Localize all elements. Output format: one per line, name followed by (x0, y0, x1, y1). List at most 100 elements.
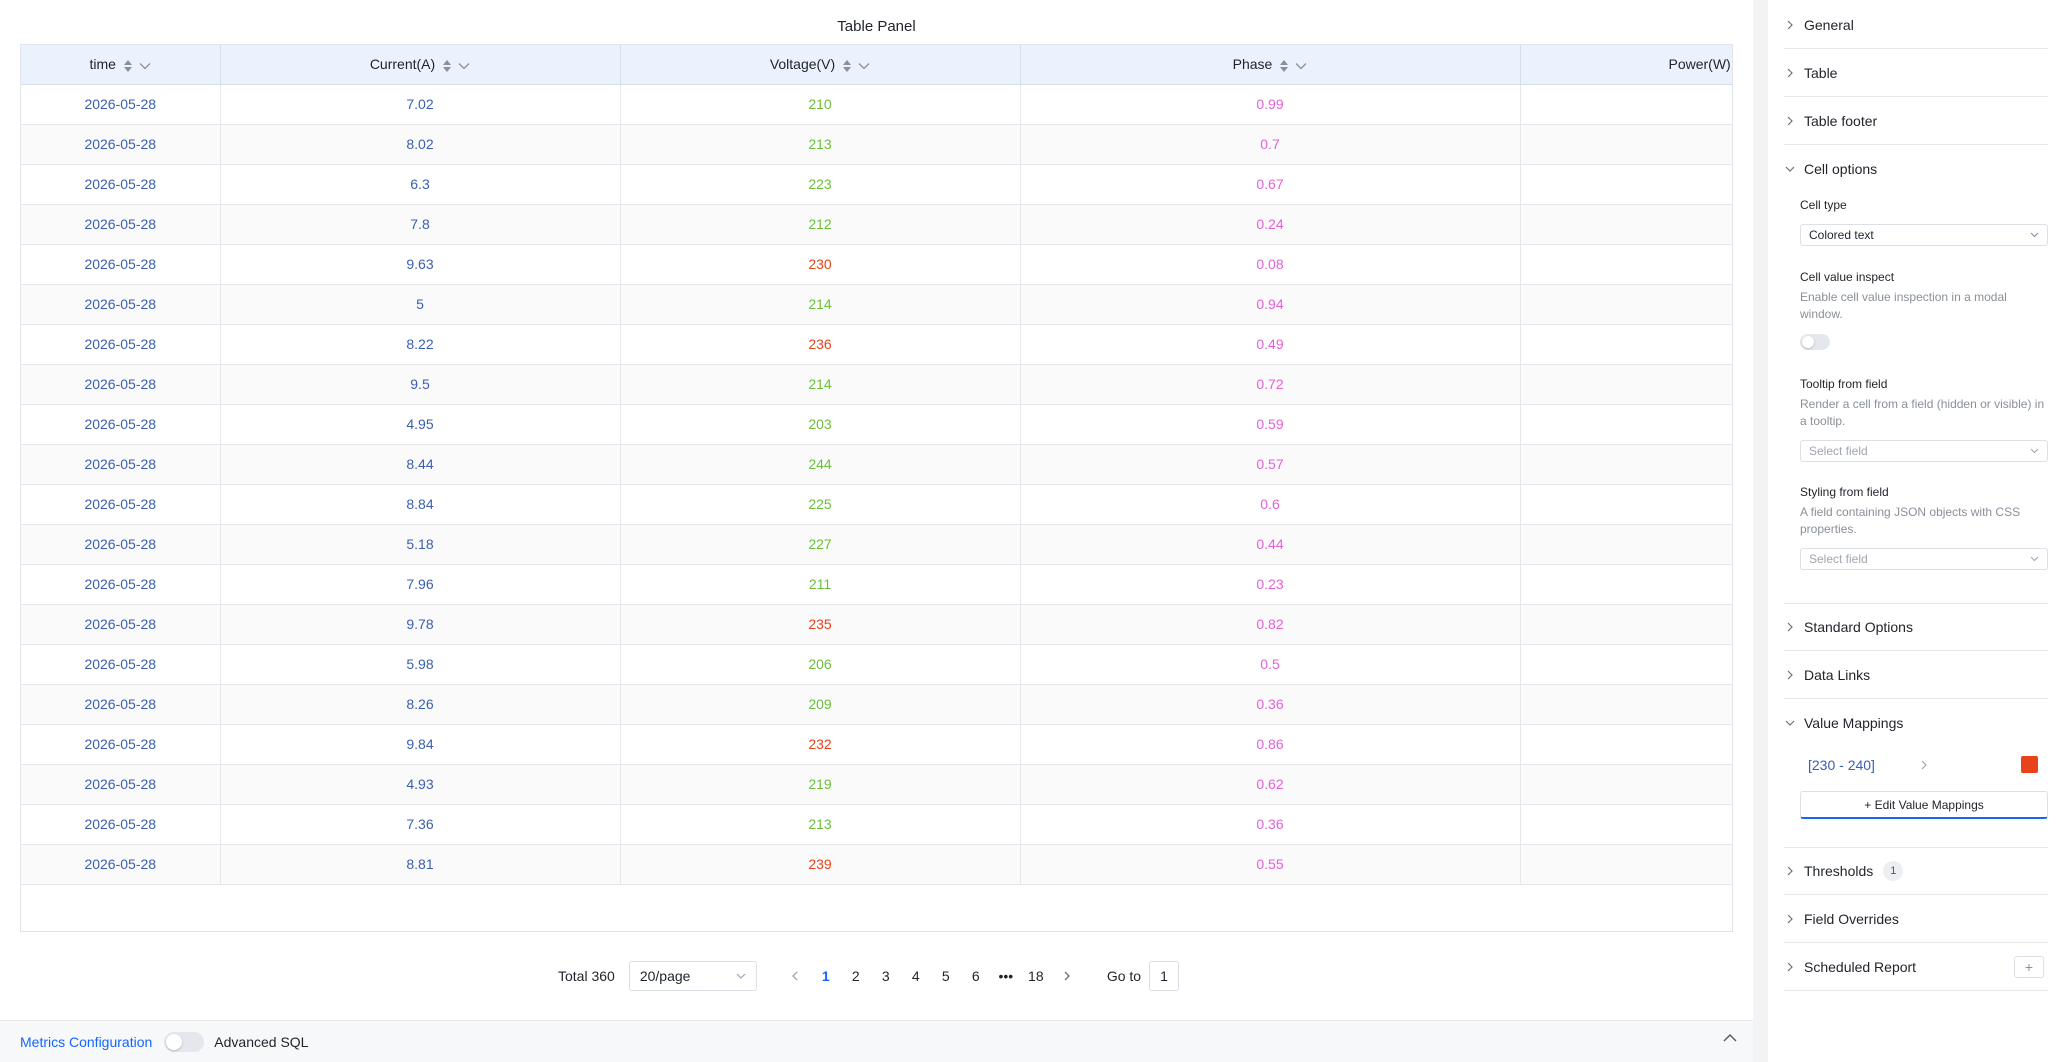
prev-page-button[interactable] (787, 968, 803, 984)
cell-time: 2026-05-28 (21, 524, 221, 565)
value-mapping-item[interactable]: [230 - 240] (1808, 755, 2048, 775)
page-number[interactable]: 18 (1024, 968, 1048, 984)
dashboard-editor: Table Panel time Current(A) Voltage(V) P… (0, 0, 2068, 1062)
page-number[interactable]: 1 (814, 968, 838, 984)
page-number[interactable]: 2 (844, 968, 868, 984)
cell-type-label: Cell type (1800, 198, 1847, 212)
section-data-links[interactable]: Data Links (1784, 651, 2048, 699)
goto-input[interactable]: 1 (1149, 961, 1180, 991)
section-scheduled-report[interactable]: Scheduled Report + (1784, 943, 2048, 991)
chevron-down-icon[interactable] (139, 62, 151, 70)
column-header-label: Voltage(V) (769, 56, 836, 73)
page-size-select[interactable]: 20/page (628, 961, 757, 991)
add-scheduled-report-button[interactable]: + (2014, 956, 2044, 978)
table-row: 2026-05-288.222360.49100 (21, 324, 1732, 365)
section-cell-options[interactable]: Cell options (1784, 145, 2048, 193)
cell-power: 100 (1520, 524, 1732, 565)
chevron-down-icon (1785, 720, 1795, 726)
pagination: Total 360 20/page 1 2 3 4 5 6 ••• 18 Go to 1 (558, 961, 1180, 991)
page-size-value: 20/page (639, 968, 691, 984)
advanced-sql-label: Advanced SQL (214, 1033, 309, 1050)
metrics-configuration-tab[interactable]: Metrics Configuration (20, 1034, 152, 1050)
cell-current: 9.63 (220, 244, 621, 285)
edit-value-mappings-button[interactable]: + Edit Value Mappings (1800, 791, 2048, 819)
select-placeholder: Select field (1809, 552, 1868, 566)
cell-power: 100 (1520, 684, 1732, 725)
column-header-time[interactable]: time (21, 45, 221, 85)
cell-power: 100 (1520, 284, 1732, 325)
goto-label: Go to (1106, 968, 1142, 984)
cell-phase: 0.67 (1020, 164, 1521, 205)
cell-value-inspect-toggle[interactable] (1800, 334, 1830, 350)
next-page-button[interactable] (1059, 968, 1075, 984)
tooltip-from-field-desc: Render a cell from a field (hidden or vi… (1800, 397, 2045, 428)
chevron-down-icon[interactable] (1295, 62, 1307, 70)
table-row: 2026-05-286.32230.67100 (21, 164, 1732, 205)
cell-current: 7.02 (220, 84, 621, 125)
styling-field-select[interactable]: Select field (1800, 548, 2048, 570)
column-header-current[interactable]: Current(A) (220, 45, 621, 85)
cell-time: 2026-05-28 (21, 124, 221, 165)
cell-time: 2026-05-28 (21, 804, 221, 845)
page-number[interactable]: 6 (964, 968, 988, 984)
cell-current: 7.36 (220, 804, 621, 845)
section-standard-options[interactable]: Standard Options (1784, 603, 2048, 651)
chevron-down-icon[interactable] (458, 62, 470, 70)
sort-icon[interactable] (1280, 59, 1289, 72)
tooltip-field-select[interactable]: Select field (1800, 440, 2048, 462)
section-value-mappings[interactable]: Value Mappings (1784, 699, 2048, 747)
section-table[interactable]: Table (1784, 49, 2048, 97)
cell-voltage: 206 (620, 644, 1021, 685)
section-label: Data Links (1804, 666, 1871, 683)
cell-time: 2026-05-28 (21, 844, 221, 885)
chevron-down-icon[interactable] (858, 62, 870, 70)
section-label: General (1804, 16, 1854, 33)
cell-phase: 0.62 (1020, 764, 1521, 805)
chevron-up-icon[interactable] (1723, 1033, 1737, 1042)
advanced-sql-toggle[interactable] (164, 1031, 205, 1052)
table-header-row: time Current(A) Voltage(V) Phase Power(W… (21, 45, 1732, 85)
column-header-phase[interactable]: Phase (1020, 45, 1521, 85)
cell-voltage: 212 (620, 204, 1021, 245)
cell-current: 6.3 (220, 164, 621, 205)
page-number[interactable]: 5 (934, 968, 958, 984)
column-header-voltage[interactable]: Voltage(V) (620, 45, 1021, 85)
chevron-right-icon (1064, 971, 1070, 981)
panel-title: Table Panel (837, 18, 916, 35)
cell-time: 2026-05-28 (21, 724, 221, 765)
cell-time: 2026-05-28 (21, 484, 221, 525)
sort-icon[interactable] (843, 59, 852, 72)
cell-phase: 0.5 (1020, 644, 1521, 685)
cell-voltage: 219 (620, 764, 1021, 805)
page-number[interactable]: 4 (904, 968, 928, 984)
page-number[interactable]: 3 (874, 968, 898, 984)
cell-current: 9.5 (220, 364, 621, 405)
options-sidebar: General Table Table footer Cell options … (1768, 0, 2068, 1062)
table-row: 2026-05-287.022100.99100 (21, 84, 1732, 125)
section-label: Scheduled Report (1804, 958, 1917, 975)
section-table-footer[interactable]: Table footer (1784, 97, 2048, 145)
total-count: Total 360 (558, 968, 615, 984)
section-field-overrides[interactable]: Field Overrides (1784, 895, 2048, 943)
cell-voltage: 209 (620, 684, 1021, 725)
cell-power: 100 (1520, 164, 1732, 205)
table-row: 2026-05-284.952030.59100 (21, 404, 1732, 445)
page-ellipsis[interactable]: ••• (994, 968, 1018, 984)
cell-voltage: 203 (620, 404, 1021, 445)
table-row: 2026-05-2852140.94100 (21, 284, 1732, 325)
cell-phase: 0.99 (1020, 84, 1521, 125)
cell-type-select[interactable]: Colored text (1800, 224, 2048, 246)
cell-current: 8.02 (220, 124, 621, 165)
cell-voltage: 213 (620, 804, 1021, 845)
section-general[interactable]: General (1784, 1, 2048, 49)
section-thresholds[interactable]: Thresholds 1 (1784, 847, 2048, 895)
panel-divider[interactable] (1753, 0, 1768, 1062)
data-table: time Current(A) Voltage(V) Phase Power(W… (20, 44, 1733, 932)
column-header-power[interactable]: Power(W) (1520, 45, 1732, 85)
cell-current: 4.95 (220, 404, 621, 445)
table-row: 2026-05-285.982060.5100 (21, 644, 1732, 685)
table-row: 2026-05-285.182270.44100 (21, 524, 1732, 565)
value-mapping-color-swatch[interactable] (2021, 756, 2038, 773)
sort-icon[interactable] (443, 59, 452, 72)
sort-icon[interactable] (123, 59, 132, 72)
